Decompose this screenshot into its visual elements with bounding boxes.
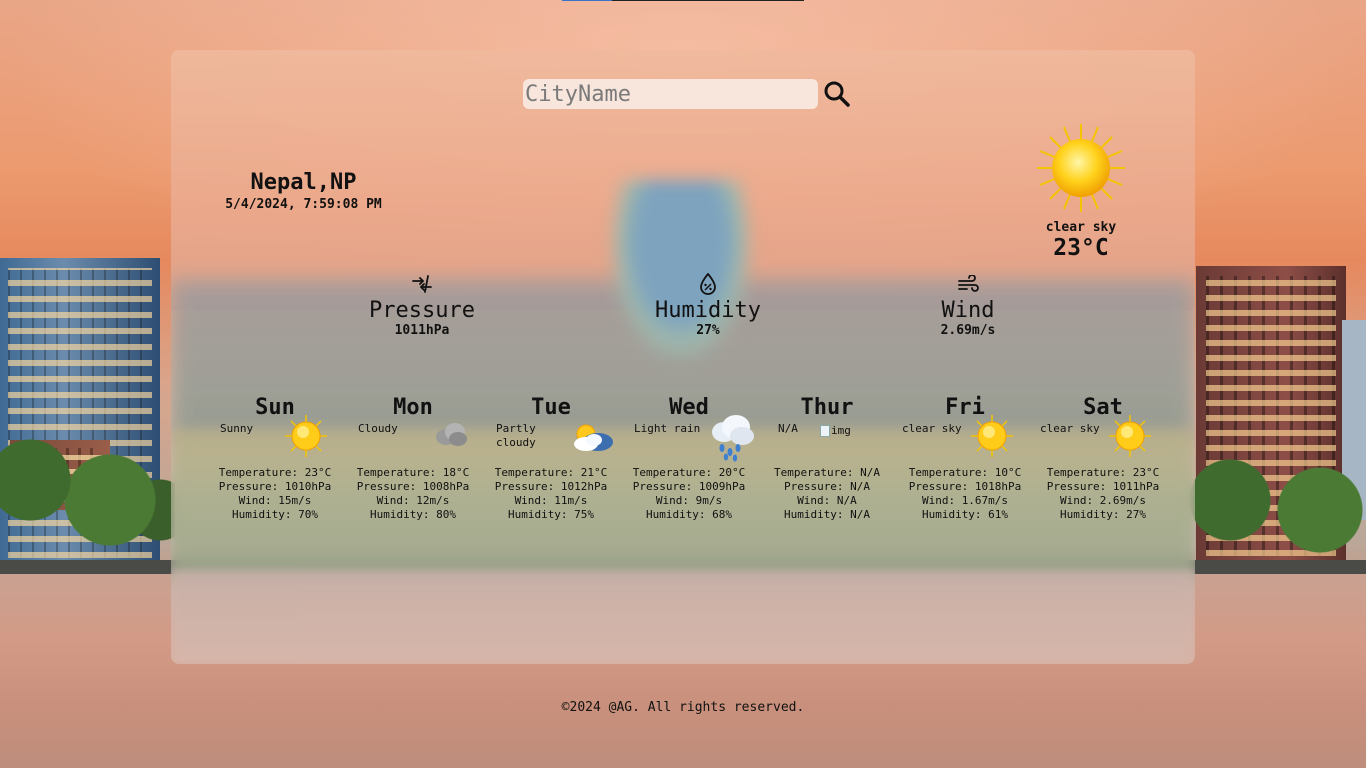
day-humidity: Humidity: 80%: [369, 508, 457, 521]
day-temperature: Temperature: 23°C: [1046, 466, 1160, 479]
day-wind: Wind: 11m/s: [514, 494, 588, 507]
cloud-icon: [436, 423, 467, 446]
humidity-label: Humidity: [655, 298, 761, 323]
pressure-label: Pressure: [369, 298, 475, 323]
day-humidity: Humidity: 70%: [231, 508, 319, 521]
day-humidity: Humidity: 61%: [921, 508, 1009, 521]
weather-panel: Nepal,NP 5/4/2024, 7:59:08 PM: [171, 50, 1195, 664]
day-pressure: Pressure: 1018hPa: [908, 480, 1022, 493]
top-scrollbar: [562, 0, 804, 1]
local-datetime: 5/4/2024, 7:59:08 PM: [225, 197, 382, 212]
search-icon: [824, 81, 850, 107]
humidity-value: 27%: [696, 323, 720, 338]
day-pressure: Pressure: 1010hPa: [218, 480, 332, 493]
day-wind: Wind: 12m/s: [376, 494, 450, 507]
city-name: Nepal,NP: [250, 170, 357, 195]
forecast-day: Fri clear sky Temperature: 10°C Pressure…: [896, 395, 1034, 530]
day-pressure: Pressure: 1011hPa: [1046, 480, 1160, 493]
day-wind: Wind: 9m/s: [655, 494, 723, 507]
forecast-day: Wed Light rain Temperature: 20°C Pressur…: [620, 395, 758, 530]
pressure-arrows-icon: [412, 275, 432, 293]
day-pressure: Pressure: N/A: [783, 480, 871, 493]
day-humidity: Humidity: 27%: [1059, 508, 1147, 521]
day-name: Thur: [800, 395, 854, 420]
day-temperature: Temperature: 21°C: [494, 466, 608, 479]
forecast-day: Sun Sunny Temperature: 23°C Pressure: 10…: [206, 395, 344, 530]
day-humidity: Humidity: N/A: [783, 508, 871, 521]
day-wind: Wind: N/A: [797, 494, 857, 507]
day-humidity: Humidity: 68%: [645, 508, 733, 521]
humidity-drop-icon: [700, 273, 716, 295]
day-temperature: Temperature: 20°C: [632, 466, 746, 479]
humidity-stat: Humidity 27%: [628, 272, 788, 338]
day-description: clear sky: [902, 422, 962, 435]
wind-icon: [958, 275, 979, 292]
forecast-day: Mon Cloudy Temperature: 18°C Pressure: 1…: [344, 395, 482, 530]
day-description: Sunny: [220, 422, 254, 435]
day-description: Light rain: [634, 422, 701, 435]
search-input[interactable]: [523, 79, 818, 109]
current-weather: clear sky 23°C: [1021, 122, 1141, 261]
day-wind: Wind: 1.67m/s: [921, 494, 1009, 507]
wind-value: 2.69m/s: [940, 323, 996, 338]
partly-cloudy-icon: [574, 424, 613, 451]
trees-right: [1190, 440, 1366, 570]
wind-stat: Wind 2.69m/s: [888, 272, 1048, 338]
search-bar: [523, 79, 852, 109]
day-temperature: Temperature: 23°C: [218, 466, 332, 479]
day-description: clear sky: [1040, 422, 1100, 435]
rain-icon: [712, 415, 754, 462]
day-description: Cloudy: [358, 422, 398, 435]
day-wind: Wind: 15m/s: [238, 494, 312, 507]
pressure-value: 1011hPa: [394, 323, 450, 338]
day-temperature: Temperature: 18°C: [356, 466, 470, 479]
current-description: clear sky: [1045, 220, 1117, 235]
forecast-day: Thur N/A img Temperature: N/A Pressure: …: [758, 395, 896, 530]
day-description: Partly cloudy: [496, 422, 536, 449]
day-temperature: Temperature: N/A: [774, 466, 880, 479]
day-temperature: Temperature: 10°C: [908, 466, 1022, 479]
current-temperature: 23°C: [1053, 235, 1109, 261]
day-pressure: Pressure: 1012hPa: [494, 480, 608, 493]
footer-copyright: ©2024 @AG. All rights reserved.: [561, 700, 805, 715]
sun-icon: [1037, 124, 1125, 212]
day-wind: Wind: 2.69m/s: [1059, 494, 1147, 507]
day-pressure: Pressure: 1008hPa: [356, 480, 470, 493]
day-name: Mon: [393, 395, 433, 420]
search-button[interactable]: [822, 79, 852, 109]
weekly-forecast: Sun Sunny Temperature: 23°C Pressure: 10…: [206, 395, 1172, 530]
location-block: Nepal,NP 5/4/2024, 7:59:08 PM: [211, 170, 396, 212]
sun-icon: [971, 415, 1013, 457]
sun-icon: [285, 415, 327, 457]
forecast-day: Sat clear sky Temperature: 23°C Pressure…: [1034, 395, 1172, 530]
day-name: Tue: [531, 395, 571, 420]
forecast-day: Tue Partly cloudy Temperature: 21°C Pres…: [482, 395, 620, 530]
trees-left: [0, 420, 175, 560]
pressure-stat: Pressure 1011hPa: [342, 272, 502, 338]
wind-label: Wind: [941, 298, 995, 323]
day-pressure: Pressure: 1009hPa: [632, 480, 746, 493]
day-humidity: Humidity: 75%: [507, 508, 595, 521]
sun-icon: [1109, 415, 1151, 457]
broken-image-icon: img: [820, 424, 851, 437]
